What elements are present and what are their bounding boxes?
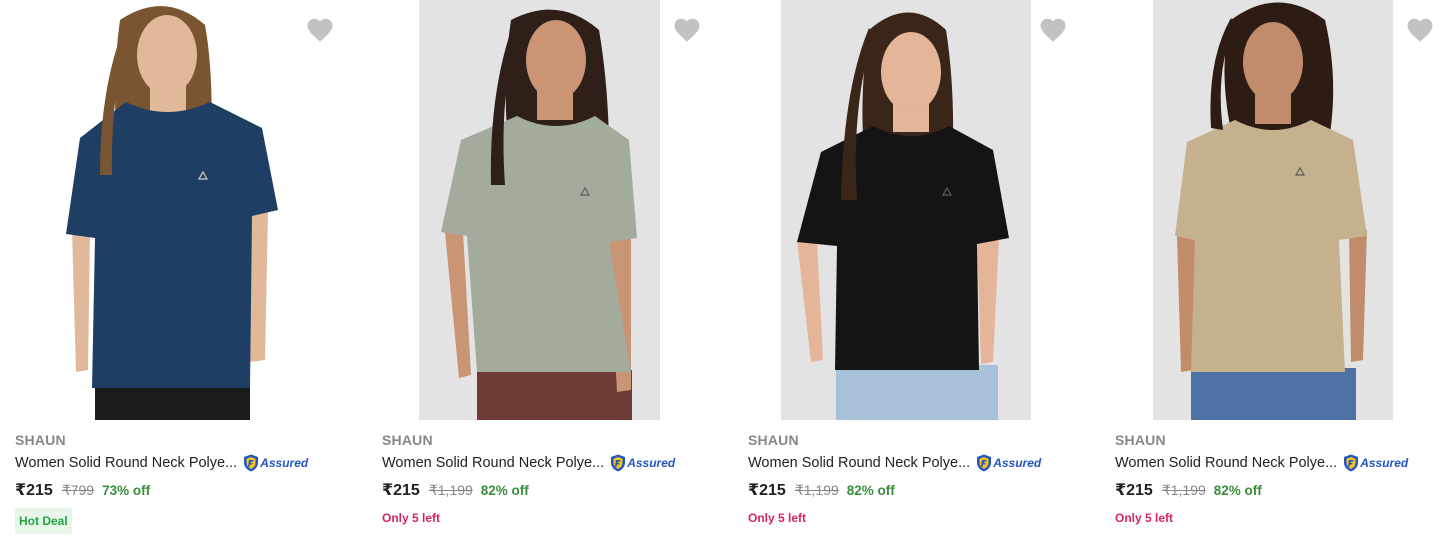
assured-badge: Assured bbox=[1343, 454, 1408, 472]
original-price: ₹1,199 bbox=[428, 482, 473, 498]
pants bbox=[477, 370, 632, 420]
arm-right bbox=[977, 238, 999, 364]
product-image[interactable] bbox=[0, 0, 340, 420]
assured-shield-icon bbox=[244, 454, 259, 472]
price-row: ₹215 ₹1,199 82% off bbox=[1115, 480, 1262, 500]
assured-label: Assured bbox=[1360, 456, 1409, 470]
hot-deal-badge: Hot Deal bbox=[15, 508, 72, 534]
product-image[interactable] bbox=[733, 0, 1073, 420]
model-illustration bbox=[441, 9, 637, 420]
product-photo[interactable] bbox=[1153, 0, 1393, 420]
product-card[interactable]: SHAUN Women Solid Round Neck Polye... As… bbox=[733, 0, 1100, 541]
arm-left bbox=[72, 230, 90, 372]
title-row: Women Solid Round Neck Polye... Assured bbox=[748, 452, 1041, 474]
product-title[interactable]: Women Solid Round Neck Polye... bbox=[1115, 455, 1337, 471]
pants bbox=[1191, 368, 1356, 420]
discount-percent: 82% off bbox=[846, 483, 895, 498]
stock-note: Only 5 left bbox=[1115, 511, 1174, 525]
assured-badge: Assured bbox=[243, 454, 308, 472]
tshirt bbox=[66, 102, 278, 388]
product-image[interactable] bbox=[367, 0, 707, 420]
brand-name: SHAUN bbox=[1115, 432, 1166, 448]
discount-percent: 82% off bbox=[1213, 483, 1262, 498]
assured-label: Assured bbox=[993, 456, 1042, 470]
product-title[interactable]: Women Solid Round Neck Polye... bbox=[15, 455, 237, 471]
pants bbox=[836, 365, 998, 420]
product-photo[interactable] bbox=[419, 0, 660, 420]
title-row: Women Solid Round Neck Polye... Assured bbox=[15, 452, 308, 474]
price-row: ₹215 ₹1,199 82% off bbox=[382, 480, 529, 500]
product-card[interactable]: SHAUN Women Solid Round Neck Polye... As… bbox=[1100, 0, 1456, 541]
face bbox=[1243, 22, 1303, 102]
face bbox=[881, 32, 941, 112]
selling-price: ₹215 bbox=[382, 482, 420, 499]
model-illustration bbox=[1175, 2, 1367, 420]
assured-badge: Assured bbox=[610, 454, 675, 472]
heart-icon[interactable] bbox=[672, 15, 702, 45]
stock-note: Only 5 left bbox=[382, 511, 441, 525]
assured-badge: Assured bbox=[976, 454, 1041, 472]
assured-shield-icon bbox=[1344, 454, 1359, 472]
product-photo[interactable] bbox=[0, 0, 340, 420]
heart-icon[interactable] bbox=[305, 15, 335, 45]
product-card[interactable]: SHAUN Women Solid Round Neck Polye... As… bbox=[0, 0, 367, 541]
title-row: Women Solid Round Neck Polye... Assured bbox=[1115, 452, 1408, 474]
model-illustration bbox=[66, 6, 278, 420]
product-photo[interactable] bbox=[781, 0, 1031, 420]
price-row: ₹215 ₹799 73% off bbox=[15, 480, 150, 500]
tshirt bbox=[797, 126, 1009, 370]
face bbox=[526, 20, 586, 100]
selling-price: ₹215 bbox=[15, 482, 53, 499]
product-image[interactable] bbox=[1100, 0, 1440, 420]
selling-price: ₹215 bbox=[1115, 482, 1153, 499]
arm-left bbox=[797, 240, 823, 362]
face bbox=[137, 15, 197, 95]
brand-name: SHAUN bbox=[15, 432, 66, 448]
original-price: ₹799 bbox=[61, 482, 95, 498]
assured-shield-icon bbox=[977, 454, 992, 472]
product-title[interactable]: Women Solid Round Neck Polye... bbox=[748, 455, 970, 471]
product-title[interactable]: Women Solid Round Neck Polye... bbox=[382, 455, 604, 471]
assured-label: Assured bbox=[260, 456, 309, 470]
heart-icon[interactable] bbox=[1038, 15, 1068, 45]
original-price: ₹1,199 bbox=[1161, 482, 1206, 498]
tshirt bbox=[441, 116, 637, 372]
model-illustration bbox=[797, 12, 1009, 420]
assured-shield-icon bbox=[611, 454, 626, 472]
heart-icon[interactable] bbox=[1405, 15, 1435, 45]
tshirt bbox=[1175, 120, 1367, 372]
product-card[interactable]: SHAUN Women Solid Round Neck Polye... As… bbox=[367, 0, 734, 541]
product-grid: SHAUN Women Solid Round Neck Polye... As… bbox=[0, 0, 1456, 541]
arm-left bbox=[445, 232, 471, 378]
selling-price: ₹215 bbox=[748, 482, 786, 499]
discount-percent: 73% off bbox=[102, 483, 151, 498]
price-row: ₹215 ₹1,199 82% off bbox=[748, 480, 895, 500]
discount-percent: 82% off bbox=[480, 483, 529, 498]
assured-label: Assured bbox=[627, 456, 676, 470]
original-price: ₹1,199 bbox=[794, 482, 839, 498]
brand-name: SHAUN bbox=[382, 432, 433, 448]
arm-right bbox=[1349, 230, 1367, 362]
title-row: Women Solid Round Neck Polye... Assured bbox=[382, 452, 675, 474]
stock-note: Only 5 left bbox=[748, 511, 807, 525]
brand-name: SHAUN bbox=[748, 432, 799, 448]
